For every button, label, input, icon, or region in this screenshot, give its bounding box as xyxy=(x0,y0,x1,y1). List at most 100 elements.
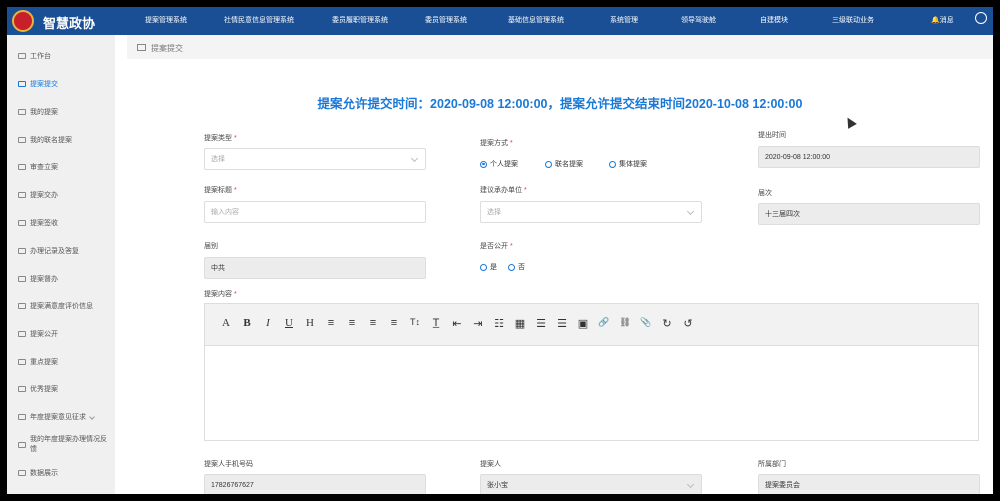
sidebar-item-annual-opinion[interactable]: 年度提案意见征求 xyxy=(7,403,115,430)
ordered-list-icon[interactable]: ☷ xyxy=(492,317,506,330)
image-icon[interactable]: ▣ xyxy=(576,317,590,330)
radio-icon xyxy=(480,263,487,271)
underline-icon[interactable]: U xyxy=(282,317,296,329)
chevron-down-icon xyxy=(89,413,95,420)
nav-item-cockpit[interactable]: 领导驾驶舱 xyxy=(681,15,716,25)
link-icon[interactable]: 🔗 xyxy=(597,317,611,328)
sitemap-icon xyxy=(137,44,146,51)
menu-icon xyxy=(18,385,26,392)
nav-item-proposal[interactable]: 提案管理系统 xyxy=(145,15,187,25)
checklist-icon[interactable]: ☰ xyxy=(555,317,569,330)
outdent-icon[interactable]: ⇥ xyxy=(471,317,485,330)
unlink-icon[interactable]: ⛓ xyxy=(618,317,632,328)
sidebar-item-public[interactable]: 提案公开 xyxy=(7,320,115,347)
chevron-down-icon xyxy=(686,207,695,216)
undo-icon[interactable]: ↺ xyxy=(681,317,695,330)
menu-icon xyxy=(18,469,26,476)
bullet-list-icon[interactable]: ☰ xyxy=(534,317,548,330)
italic-icon[interactable]: I xyxy=(261,317,275,329)
nav-item-custom[interactable]: 自建模块 xyxy=(760,15,788,25)
messages-button[interactable]: 🔔消息 xyxy=(931,15,954,25)
sidebar-item-annual-feedback[interactable]: 我的年度提案办理情况反馈 xyxy=(7,431,115,458)
align-center-icon[interactable]: ≡ xyxy=(345,317,359,329)
mode-radio-collective[interactable]: 集体提案 xyxy=(609,159,647,169)
is-public-label: 是否公开 * xyxy=(480,243,513,250)
indent-icon[interactable]: ⇤ xyxy=(450,317,464,330)
chevron-down-icon xyxy=(410,154,419,163)
radio-icon xyxy=(508,263,515,271)
sidebar-item-assign[interactable]: 提案交办 xyxy=(7,181,115,208)
menu-icon xyxy=(18,302,26,309)
menu-icon xyxy=(18,275,26,282)
menu-icon xyxy=(18,330,26,337)
redo-icon[interactable]: ↻ xyxy=(660,317,674,330)
mode-radio-joint[interactable]: 联名提案 xyxy=(545,159,583,169)
table-icon[interactable]: ▦ xyxy=(513,317,527,330)
proposal-mode-label: 提案方式 * xyxy=(480,140,513,147)
font-size-icon[interactable]: T↕ xyxy=(408,317,422,327)
heading-icon[interactable]: H xyxy=(303,317,317,329)
menu-icon xyxy=(18,358,26,365)
attachment-icon[interactable]: 📎 xyxy=(639,317,653,328)
proposer-label: 提案人 xyxy=(480,461,501,468)
sidebar-item-supervise[interactable]: 提案督办 xyxy=(7,265,115,292)
submission-window-headline: 提案允许提交时间：2020-09-08 12:00:00，提案允许提交结束时间2… xyxy=(317,97,803,111)
sidebar-item-records[interactable]: 办理记录及答复 xyxy=(7,237,115,264)
sidebar-item-data[interactable]: 数据展示 xyxy=(7,459,115,486)
content-label: 提案内容 * xyxy=(204,291,237,298)
nav-item-basic[interactable]: 基础信息管理系统 xyxy=(508,15,564,25)
bold-icon[interactable]: B xyxy=(240,317,254,329)
proposal-title-input[interactable]: 输入内容 xyxy=(204,201,426,223)
handling-unit-label: 建议承办单位 * xyxy=(480,187,527,194)
proposal-type-label: 提案类型 * xyxy=(204,135,237,142)
public-radio-no[interactable]: 否 xyxy=(508,262,525,272)
menu-icon xyxy=(18,136,26,143)
menu-icon xyxy=(18,247,26,254)
radio-icon xyxy=(545,160,552,168)
sidebar-item-review[interactable]: 审查立案 xyxy=(7,153,115,180)
sidebar-item-submit-proposal[interactable]: 提案提交 xyxy=(7,70,115,97)
menu-icon xyxy=(18,80,26,87)
menu-icon xyxy=(18,108,26,115)
party-field: 中共 xyxy=(204,257,426,279)
sidebar-item-my-proposals[interactable]: 我的提案 xyxy=(7,98,115,125)
emblem-logo-icon xyxy=(12,10,34,32)
brand-title: 智慧政协 xyxy=(43,16,96,31)
sidebar-item-workbench[interactable]: 工作台 xyxy=(7,42,115,69)
session-label: 届次 xyxy=(758,190,772,197)
sidebar-item-receipt[interactable]: 提案签收 xyxy=(7,209,115,236)
rich-text-editor[interactable]: A B I U H ≡ ≡ ≡ ≡ T↕ T̲ ⇤ ⇥ ☷ ▦ ☰ ☰ ▣ 🔗 … xyxy=(204,303,979,441)
handling-unit-select[interactable]: 选择 xyxy=(480,201,702,223)
menu-icon xyxy=(18,441,26,448)
menu-icon xyxy=(18,191,26,198)
nav-item-system[interactable]: 系统管理 xyxy=(610,15,638,25)
text-format-icon[interactable]: T̲ xyxy=(429,317,443,329)
phone-field: 17826767627 xyxy=(204,474,426,494)
sidebar-item-joint-proposals[interactable]: 我的联名提案 xyxy=(7,126,115,153)
proposer-select[interactable]: 张小宝 xyxy=(480,474,702,494)
sidebar-item-excellent[interactable]: 优秀提案 xyxy=(7,375,115,402)
align-left-icon[interactable]: ≡ xyxy=(366,317,380,329)
dept-field: 提案委员会 xyxy=(758,474,980,494)
nav-item-social[interactable]: 社情民意信息管理系统 xyxy=(224,15,294,25)
proposal-type-select[interactable]: 选择 xyxy=(204,148,426,170)
nav-item-member[interactable]: 委员管理系统 xyxy=(425,15,467,25)
nav-item-duty[interactable]: 委员履职管理系统 xyxy=(332,15,388,25)
font-icon[interactable]: A xyxy=(219,317,233,329)
mode-radio-individual[interactable]: 个人提案 xyxy=(480,159,518,169)
strikethrough-icon[interactable]: ≡ xyxy=(324,317,338,329)
nav-item-linkage[interactable]: 三级联动业务 xyxy=(832,15,874,25)
sidebar: 工作台 提案提交 我的提案 我的联名提案 审查立案 提案交办 提案签收 办理记录… xyxy=(7,35,115,494)
sidebar-item-key[interactable]: 重点提案 xyxy=(7,348,115,375)
public-radio-yes[interactable]: 是 xyxy=(480,262,497,272)
phone-label: 提案人手机号码 xyxy=(204,461,253,468)
session-field: 十三届四次 xyxy=(758,203,980,225)
breadcrumb: 提案提交 xyxy=(127,35,993,59)
align-right-icon[interactable]: ≡ xyxy=(387,317,401,329)
editor-toolbar: A B I U H ≡ ≡ ≡ ≡ T↕ T̲ ⇤ ⇥ ☷ ▦ ☰ ☰ ▣ 🔗 … xyxy=(205,304,978,346)
user-avatar-icon[interactable] xyxy=(975,12,987,24)
mouse-cursor-icon xyxy=(843,115,857,129)
submit-time-field: 2020-09-08 12:00:00 xyxy=(758,146,980,168)
party-label: 届别 xyxy=(204,243,218,250)
sidebar-item-satisfaction[interactable]: 提案满意度评价信息 xyxy=(7,292,115,319)
